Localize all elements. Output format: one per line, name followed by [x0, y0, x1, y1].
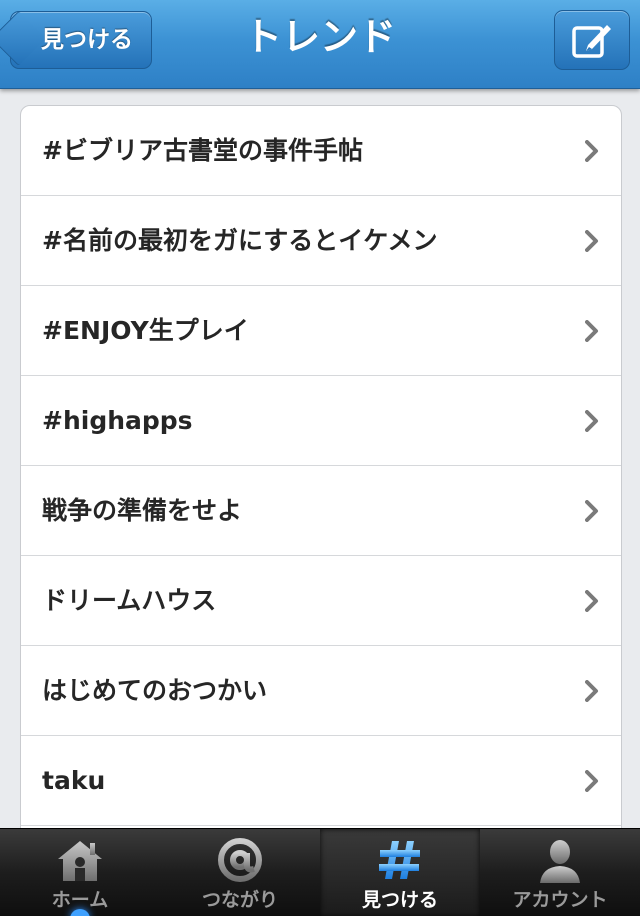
trend-label: はじめてのおつかい: [42, 676, 268, 705]
tab-label: アカウント: [512, 889, 608, 911]
tab-label: ホーム: [51, 889, 109, 911]
tab-home[interactable]: ホーム: [0, 829, 160, 916]
trend-row[interactable]: #名前の最初をガにするとイケメン: [21, 196, 621, 286]
trend-row[interactable]: 戦争の準備をせよ: [21, 466, 621, 556]
trend-label: #ENJOY生プレイ: [42, 316, 249, 345]
page-title: トレンド: [243, 15, 396, 59]
at-icon: [218, 838, 262, 882]
chevron-right-icon: [585, 590, 598, 612]
tab-discover[interactable]: 見つける: [320, 829, 480, 916]
navigation-bar: 見つける トレンド: [0, 0, 640, 89]
trend-row[interactable]: #ビブリア古書堂の事件手帖: [21, 106, 621, 196]
trend-row[interactable]: #ENJOY生プレイ: [21, 286, 621, 376]
chevron-right-icon: [585, 680, 598, 702]
trend-row[interactable]: #highapps: [21, 376, 621, 466]
chevron-right-icon: [585, 410, 598, 432]
chevron-right-icon: [585, 140, 598, 162]
chevron-right-icon: [585, 770, 598, 792]
chevron-right-icon: [585, 230, 598, 252]
trends-list: #ビブリア古書堂の事件手帖 #名前の最初をガにするとイケメン #ENJOY生プレ…: [20, 105, 622, 916]
chevron-right-icon: [585, 500, 598, 522]
tab-bar: ホーム つながり 見つける アカウント: [0, 828, 640, 916]
trend-row[interactable]: ドリームハウス: [21, 556, 621, 646]
trend-label: #highapps: [42, 406, 193, 435]
tab-connect[interactable]: つながり: [160, 829, 320, 916]
trend-row[interactable]: はじめてのおつかい: [21, 646, 621, 736]
compose-button[interactable]: [554, 10, 630, 70]
tab-label: つながり: [201, 889, 278, 911]
tab-label: 見つける: [361, 889, 438, 911]
chevron-right-icon: [585, 320, 598, 342]
compose-icon: [572, 25, 611, 58]
trend-label: #ビブリア古書堂の事件手帖: [42, 136, 363, 165]
home-icon: [58, 841, 102, 881]
trend-label: 戦争の準備をせよ: [42, 496, 243, 525]
trend-label: ドリームハウス: [42, 586, 217, 615]
trend-label: #名前の最初をガにするとイケメン: [42, 226, 438, 255]
person-icon: [540, 840, 580, 883]
trend-row[interactable]: taku: [21, 736, 621, 826]
tab-account[interactable]: アカウント: [480, 829, 640, 916]
hashtag-icon: [379, 841, 420, 879]
trend-label: taku: [42, 766, 106, 795]
